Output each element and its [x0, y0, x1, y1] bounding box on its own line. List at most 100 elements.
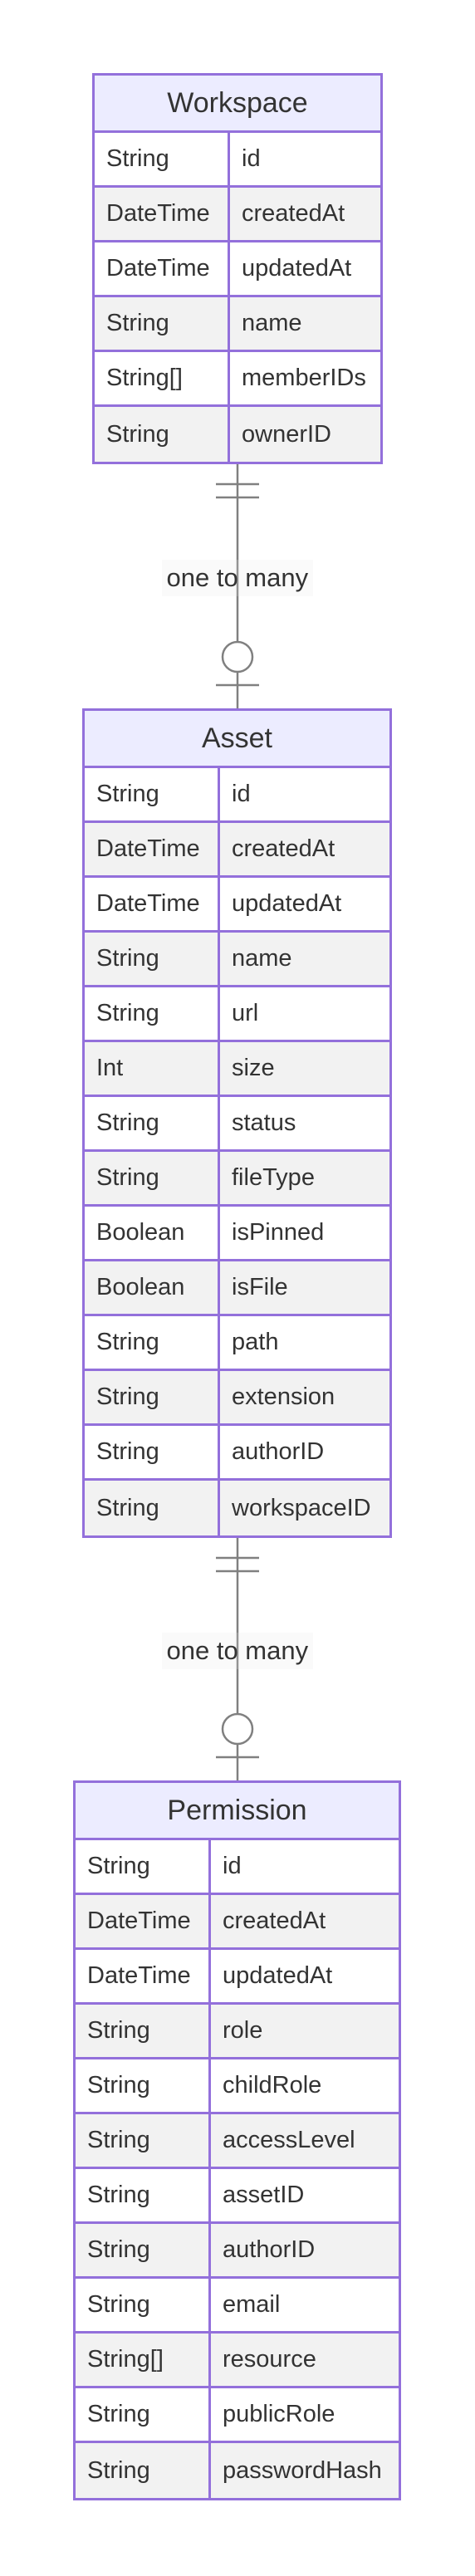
attribute-name: workspaceID [232, 1494, 371, 1521]
attribute-type: String [87, 2127, 150, 2153]
attribute-row: String ownerID [95, 407, 380, 462]
attribute-name: email [223, 2291, 281, 2318]
attribute-type: String [96, 1494, 159, 1521]
attribute-type: String [106, 310, 169, 336]
attribute-name: childRole [223, 2072, 322, 2099]
attribute-name: url [232, 1000, 259, 1026]
entity-asset: Asset String id DateTime createdAt DateTime up… [82, 708, 392, 1538]
attribute-row: DateTime updatedAt [76, 1950, 399, 2005]
attribute-type: DateTime [106, 200, 210, 227]
attribute-type: DateTime [87, 1908, 191, 1934]
attribute-type: String [96, 1164, 159, 1191]
attribute-type: String [106, 420, 169, 448]
attribute-type: DateTime [106, 255, 210, 282]
attribute-row: String name [85, 933, 389, 987]
attribute-name: accessLevel [223, 2127, 355, 2153]
attribute-row: String id [76, 1840, 399, 1895]
attribute-type: Boolean [96, 1274, 185, 1300]
attribute-type: String [96, 1383, 159, 1410]
attribute-row: String publicRole [76, 2388, 399, 2443]
attribute-row: String id [95, 133, 380, 188]
attribute-row: String fileType [85, 1152, 389, 1207]
attribute-row: String authorID [85, 1426, 389, 1481]
attribute-name: updatedAt [223, 1962, 333, 1989]
attribute-type: String[] [106, 365, 183, 391]
attribute-type: String [106, 145, 169, 172]
attribute-type: String [96, 1438, 159, 1465]
attribute-row: String assetID [76, 2169, 399, 2224]
attribute-name: fileType [232, 1164, 315, 1191]
attribute-name: name [232, 945, 292, 972]
attribute-row: String authorID [76, 2224, 399, 2279]
attribute-type: String[] [87, 2346, 164, 2373]
attribute-type: String [96, 781, 159, 807]
attribute-type: Boolean [96, 1219, 185, 1246]
attribute-row: String role [76, 2005, 399, 2059]
attribute-row: String extension [85, 1371, 389, 1426]
attribute-name: assetID [223, 2182, 305, 2208]
attribute-name: path [232, 1329, 279, 1355]
relationship-label: one to many [161, 560, 314, 596]
attribute-row: String childRole [76, 2059, 399, 2114]
entity-title: Workspace [95, 76, 380, 133]
attribute-row: String id [85, 768, 389, 823]
attribute-type: String [96, 1109, 159, 1136]
relationship-label: one to many [161, 1633, 314, 1669]
entity-permission: Permission String id DateTime createdAt DateT… [73, 1780, 401, 2500]
cardinality-zero-circle [221, 640, 254, 673]
attribute-name: extension [232, 1383, 335, 1410]
attribute-name: id [223, 1853, 242, 1879]
attribute-row: Boolean isPinned [85, 1207, 389, 1261]
attribute-row: DateTime updatedAt [85, 878, 389, 933]
attribute-row: String[] resource [76, 2334, 399, 2388]
attribute-row: String url [85, 987, 389, 1042]
attribute-name: createdAt [223, 1908, 326, 1934]
cardinality-zero-circle [221, 1712, 254, 1746]
attribute-name: updatedAt [242, 255, 352, 282]
attribute-row: DateTime updatedAt [95, 242, 380, 297]
attribute-name: isFile [232, 1274, 288, 1300]
attribute-row: String passwordHash [76, 2443, 399, 2498]
attribute-name: memberIDs [242, 365, 366, 391]
attribute-type: String [87, 2182, 150, 2208]
attribute-row: Boolean isFile [85, 1261, 389, 1316]
attribute-type: String [96, 945, 159, 972]
attribute-row: String name [95, 297, 380, 352]
attribute-type: String [96, 1000, 159, 1026]
attribute-row: String accessLevel [76, 2114, 399, 2169]
attribute-name: id [242, 145, 261, 172]
entity-title: Asset [85, 711, 389, 768]
attribute-type: String [87, 2072, 150, 2099]
attribute-type: String [96, 1329, 159, 1355]
attribute-row: DateTime createdAt [76, 1895, 399, 1950]
attribute-row: String path [85, 1316, 389, 1371]
attribute-name: passwordHash [223, 2456, 382, 2484]
attribute-name: updatedAt [232, 890, 342, 917]
attribute-row: Int size [85, 1042, 389, 1097]
attribute-name: authorID [223, 2236, 316, 2263]
attribute-name: name [242, 310, 302, 336]
attribute-row: String[] memberIDs [95, 352, 380, 407]
attribute-type: String [87, 2291, 150, 2318]
attribute-type: String [87, 2456, 150, 2484]
attribute-name: status [232, 1109, 296, 1136]
attribute-name: createdAt [232, 835, 335, 862]
attribute-name: ownerID [242, 420, 331, 448]
attribute-name: createdAt [242, 200, 345, 227]
attribute-row: String workspaceID [85, 1481, 389, 1535]
attribute-name: size [232, 1055, 275, 1081]
attribute-row: String email [76, 2279, 399, 2334]
attribute-name: publicRole [223, 2401, 335, 2427]
attribute-type: String [87, 1853, 150, 1879]
entity-title: Permission [76, 1783, 399, 1840]
attribute-row: DateTime createdAt [95, 188, 380, 242]
attribute-type: String [87, 2236, 150, 2263]
attribute-row: String status [85, 1097, 389, 1152]
attribute-name: id [232, 781, 251, 807]
attribute-name: authorID [232, 1438, 325, 1465]
attribute-type: Int [96, 1055, 124, 1081]
attribute-type: String [87, 2017, 150, 2044]
attribute-name: resource [223, 2346, 316, 2373]
attribute-row: DateTime createdAt [85, 823, 389, 878]
attribute-name: isPinned [232, 1219, 325, 1246]
